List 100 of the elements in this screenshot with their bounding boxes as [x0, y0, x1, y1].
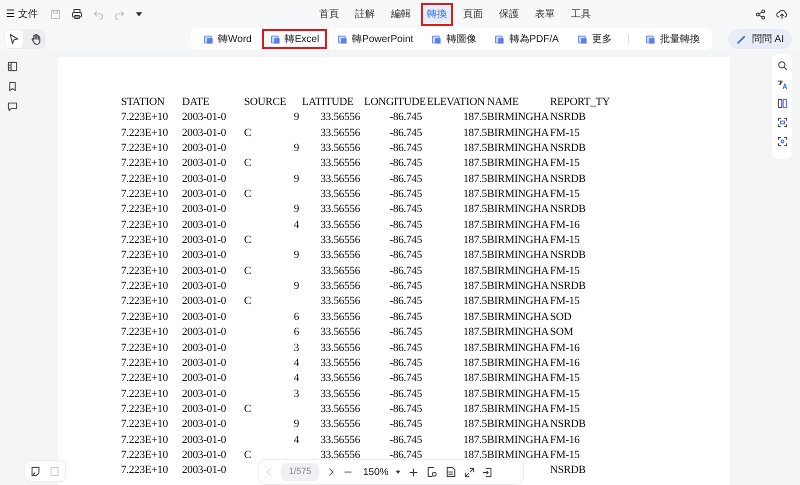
table-cell-text: FM-15: [550, 126, 581, 141]
table-cell-text: 187.5: [462, 156, 487, 172]
ask-ai-button[interactable]: 問問 AI: [728, 29, 792, 49]
table-cell-text: 187.5: [462, 126, 487, 141]
caret-icon[interactable]: [135, 10, 143, 18]
table-cell-text: 7.223E+10: [121, 126, 169, 141]
table-cell-text: NSRDB: [550, 202, 587, 218]
table-cell-text: -86.745: [388, 264, 423, 279]
convert-button[interactable]: 批量轉換: [636, 29, 708, 49]
page-view-icon[interactable]: [444, 466, 457, 478]
table-cell-text: C: [244, 402, 252, 417]
table-cell-text: 187.5: [462, 110, 487, 126]
tool-button[interactable]: [5, 30, 23, 48]
table-cell: BIRMINGHA: [487, 325, 550, 340]
table-cell-text: -86.745: [388, 371, 423, 386]
table-cell-text: 7.223E+10: [121, 356, 169, 371]
column-header: STATION: [121, 95, 166, 110]
table-cell-text: 7.223E+10: [121, 156, 169, 172]
translate-icon[interactable]: [776, 79, 788, 90]
table-cell-text: 9: [292, 417, 300, 432]
pen-icon: [736, 34, 747, 44]
table-cell-text: 2003-01-0: [182, 371, 228, 386]
table-cell-text: 7.223E+10: [121, 417, 169, 432]
table-cell-text: 2003-01-0: [182, 463, 228, 478]
column-header: NAME: [487, 95, 520, 110]
table-cell-text: 2003-01-0: [182, 356, 228, 371]
table-cell-text: FM-15: [550, 156, 581, 172]
table-cell-text: BIRMINGHA: [487, 110, 550, 126]
comment-icon[interactable]: [6, 101, 18, 112]
table-cell-text: 33.56556: [319, 156, 361, 172]
table-cell-text: 2003-01-0: [182, 248, 228, 264]
table-cell-text: 2003-01-0: [182, 110, 228, 126]
search-icon[interactable]: [776, 60, 788, 71]
hand-icon: [30, 33, 42, 45]
table-cell-text: -86.745: [388, 340, 423, 356]
table-cell-text: 2003-01-0: [182, 386, 228, 402]
table-cell-text: 3: [292, 340, 300, 356]
menu-tab[interactable]: 保護: [493, 2, 525, 26]
table-cell-text: -86.745: [388, 172, 423, 187]
menu-tab[interactable]: 首頁: [313, 2, 345, 26]
convert-button[interactable]: 更多: [568, 29, 620, 49]
fit-page-icon[interactable]: [426, 466, 438, 478]
table-cell-text: 33.56556: [319, 264, 361, 279]
zoom-dropdown[interactable]: 150%: [363, 464, 401, 480]
cloud-upload-icon[interactable]: [776, 8, 788, 20]
convert-button[interactable]: 轉Word: [195, 29, 260, 49]
menu-tab[interactable]: 頁面: [457, 2, 489, 26]
table-cell-text: 9: [292, 141, 300, 156]
table-cell-text: 187.5: [462, 356, 487, 371]
table-cell-text: 33.56556: [319, 233, 361, 248]
table-cell-text: 3: [292, 386, 300, 402]
table-cell-text: 187.5: [462, 386, 487, 402]
table-cell-text: 7.223E+10: [121, 402, 169, 417]
convert-button[interactable]: 轉圖像: [423, 29, 484, 49]
table-cell-text: 187.5: [462, 294, 487, 310]
print-icon[interactable]: [71, 8, 83, 20]
menu-tab[interactable]: 表單: [529, 2, 561, 26]
column-header: DATE: [182, 95, 210, 110]
table-cell-text: 7.223E+10: [121, 325, 169, 340]
column-header: ELEVATION: [427, 95, 486, 110]
table-cell-text: 2003-01-0: [182, 264, 228, 279]
table-cell-text: 2003-01-0: [182, 126, 228, 141]
table-cell-text: BIRMINGHA: [487, 294, 550, 310]
table-cell-text: 7.223E+10: [121, 172, 169, 187]
exit-icon[interactable]: [482, 466, 493, 478]
table-cell-text: FM-16: [550, 340, 581, 356]
convert-button[interactable]: 轉PowerPoint: [329, 29, 422, 49]
table-cell-text: -86.745: [388, 126, 423, 141]
compare-icon[interactable]: [776, 98, 788, 109]
caret-icon[interactable]: [394, 469, 401, 475]
table-cell-text: NSRDB: [550, 248, 587, 264]
table-cell-text: 4: [292, 356, 300, 371]
table-cell-text: 7.223E+10: [121, 448, 169, 463]
menu-tab[interactable]: 工具: [565, 2, 597, 26]
menu-tab[interactable]: 註解: [349, 2, 381, 26]
zoom-in-icon[interactable]: [408, 466, 419, 478]
table-cell-text: -86.745: [388, 310, 423, 325]
scan-icon[interactable]: [776, 117, 788, 128]
thumbnails-icon[interactable]: [6, 61, 18, 72]
convert-button[interactable]: 轉Excel: [262, 29, 328, 49]
share-icon[interactable]: [755, 8, 766, 20]
document-icon: [270, 34, 281, 44]
table-cell-text: FM-15: [550, 294, 581, 310]
table-cell-text: NSRDB: [550, 279, 587, 294]
table-cell-text: C: [244, 264, 252, 279]
bookmark-icon[interactable]: [6, 81, 18, 92]
convert-button[interactable]: 轉為PDF/A: [486, 29, 567, 49]
file-menu-button[interactable]: ☰ 文件: [4, 6, 40, 22]
screen-capture-icon[interactable]: [776, 136, 788, 147]
menu-tab[interactable]: 編輯: [385, 2, 417, 26]
table-cell-text: 7.223E+10: [121, 279, 169, 294]
table-cell-text: 33.56556: [319, 340, 361, 356]
menu-tab[interactable]: 轉換: [421, 2, 453, 26]
page-rotate-icon[interactable]: [30, 466, 41, 476]
table-cell-text: C: [244, 187, 252, 202]
table-cell-text: FM-16: [550, 356, 581, 371]
table-cell-text: -86.745: [388, 294, 423, 310]
table-cell-text: FM-15: [550, 233, 581, 248]
document-icon: [203, 34, 214, 44]
fullscreen-icon[interactable]: [464, 466, 475, 478]
